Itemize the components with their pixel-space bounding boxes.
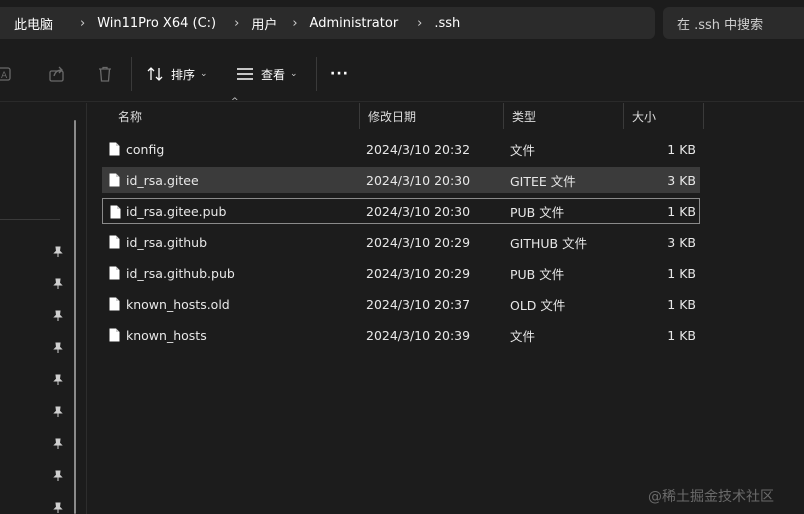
file-icon	[109, 235, 120, 249]
search-input[interactable]: 在 .ssh 中搜索	[663, 7, 804, 39]
file-icon	[109, 266, 120, 280]
file-date: 2024/3/10 20:29	[366, 265, 471, 281]
nav-scrollbar[interactable]	[74, 120, 76, 514]
breadcrumb-drive[interactable]: Win11Pro X64 (C:)	[97, 16, 216, 31]
column-header-type-label: 类型	[512, 109, 537, 124]
file-type: GITEE 文件	[510, 173, 576, 189]
file-row[interactable]: id_rsa.github 2024/3/10 20:29 GITHUB 文件 …	[102, 229, 700, 255]
file-name: config	[126, 141, 165, 157]
command-bar: A 排序 ⌄ 查看 ⌄ ···	[0, 47, 804, 102]
file-date: 2024/3/10 20:32	[366, 141, 471, 157]
rename-icon[interactable]: A	[0, 65, 18, 83]
column-header-name-label: 名称	[118, 109, 143, 124]
sort-button[interactable]: 排序 ⌄	[147, 63, 208, 85]
file-date: 2024/3/10 20:30	[366, 203, 471, 219]
file-name: known_hosts.old	[126, 296, 230, 312]
file-date: 2024/3/10 20:30	[366, 172, 471, 188]
chevron-down-icon: ⌄	[290, 69, 298, 79]
pin-icon[interactable]	[52, 406, 64, 418]
file-type: 文件	[510, 328, 536, 344]
view-list-icon	[237, 68, 253, 80]
file-type: PUB 文件	[510, 266, 565, 282]
pin-icon[interactable]	[52, 438, 64, 450]
file-size: 1 KB	[667, 141, 696, 157]
file-name: known_hosts	[126, 327, 207, 343]
pin-icon[interactable]	[52, 278, 64, 290]
file-row[interactable]: id_rsa.gitee 2024/3/10 20:30 GITEE 文件 3 …	[102, 167, 700, 193]
file-row[interactable]: config 2024/3/10 20:32 文件 1 KB	[102, 136, 700, 162]
nav-divider	[0, 219, 60, 220]
file-icon	[109, 297, 120, 311]
file-icon	[109, 328, 120, 342]
file-date: 2024/3/10 20:39	[366, 327, 471, 343]
column-header-size[interactable]: 大小	[624, 103, 704, 129]
file-row[interactable]: id_rsa.gitee.pub 2024/3/10 20:30 PUB 文件 …	[102, 198, 700, 224]
sort-label: 排序	[171, 67, 196, 82]
file-size: 1 KB	[667, 203, 696, 219]
file-size: 1 KB	[667, 327, 696, 343]
breadcrumb-users[interactable]: 用户	[251, 14, 277, 33]
file-type: OLD 文件	[510, 297, 566, 313]
chevron-right-icon[interactable]: ›	[292, 16, 297, 31]
file-size: 3 KB	[667, 234, 696, 250]
column-header-date-label: 修改日期	[368, 109, 417, 124]
watermark: @稀土掘金技术社区	[648, 489, 774, 505]
file-row[interactable]: known_hosts 2024/3/10 20:39 文件 1 KB	[102, 322, 700, 348]
pin-icon[interactable]	[52, 470, 64, 482]
file-name: id_rsa.github.pub	[126, 265, 235, 281]
file-name: id_rsa.github	[126, 234, 208, 250]
file-type: 文件	[510, 142, 536, 158]
address-row: 此电脑 › Win11Pro X64 (C:) › 用户 › Administr…	[0, 0, 804, 46]
file-type: GITHUB 文件	[510, 235, 588, 251]
file-name: id_rsa.gitee.pub	[126, 203, 227, 219]
column-header-date[interactable]: 修改日期	[360, 103, 504, 129]
view-button[interactable]: 查看 ⌄	[236, 63, 298, 85]
file-size: 1 KB	[667, 265, 696, 281]
file-row[interactable]: known_hosts.old 2024/3/10 20:37 OLD 文件 1…	[102, 291, 700, 317]
file-type: PUB 文件	[510, 204, 565, 220]
file-icon	[109, 142, 120, 156]
pane-divider[interactable]	[86, 103, 87, 514]
search-placeholder: 在 .ssh 中搜索	[677, 17, 764, 33]
breadcrumb-this-pc[interactable]: 此电脑	[14, 14, 53, 33]
pin-icon[interactable]	[52, 342, 64, 354]
share-icon[interactable]	[48, 65, 66, 83]
sort-icon	[147, 67, 163, 81]
pin-icon[interactable]	[52, 374, 64, 386]
file-name: id_rsa.gitee	[126, 172, 199, 188]
delete-icon[interactable]	[96, 65, 114, 83]
file-row[interactable]: id_rsa.github.pub 2024/3/10 20:29 PUB 文件…	[102, 260, 700, 286]
pin-icon[interactable]	[52, 310, 64, 322]
view-label: 查看	[261, 67, 286, 82]
svg-text:A: A	[1, 71, 8, 81]
file-size: 1 KB	[667, 296, 696, 312]
chevron-right-icon[interactable]: ›	[80, 16, 85, 31]
column-header-type[interactable]: 类型	[504, 103, 624, 129]
toolbar-separator	[316, 57, 317, 91]
file-icon	[109, 173, 120, 187]
address-bar[interactable]: 此电脑 › Win11Pro X64 (C:) › 用户 › Administr…	[0, 7, 655, 39]
breadcrumb-administrator[interactable]: Administrator	[310, 16, 399, 31]
file-date: 2024/3/10 20:37	[366, 296, 471, 312]
chevron-down-icon: ⌄	[200, 69, 208, 79]
breadcrumb-ssh[interactable]: .ssh	[434, 16, 460, 31]
toolbar-separator	[131, 57, 132, 91]
file-date: 2024/3/10 20:29	[366, 234, 471, 250]
file-icon	[110, 205, 121, 219]
column-header-size-label: 大小	[632, 109, 657, 124]
pin-icon[interactable]	[52, 246, 64, 258]
pin-icon[interactable]	[52, 502, 64, 514]
chevron-right-icon[interactable]: ›	[417, 16, 422, 31]
chevron-right-icon[interactable]: ›	[234, 16, 239, 31]
more-options-button[interactable]: ···	[330, 63, 349, 85]
sort-ascending-icon: ^	[231, 97, 239, 107]
file-size: 3 KB	[667, 172, 696, 188]
